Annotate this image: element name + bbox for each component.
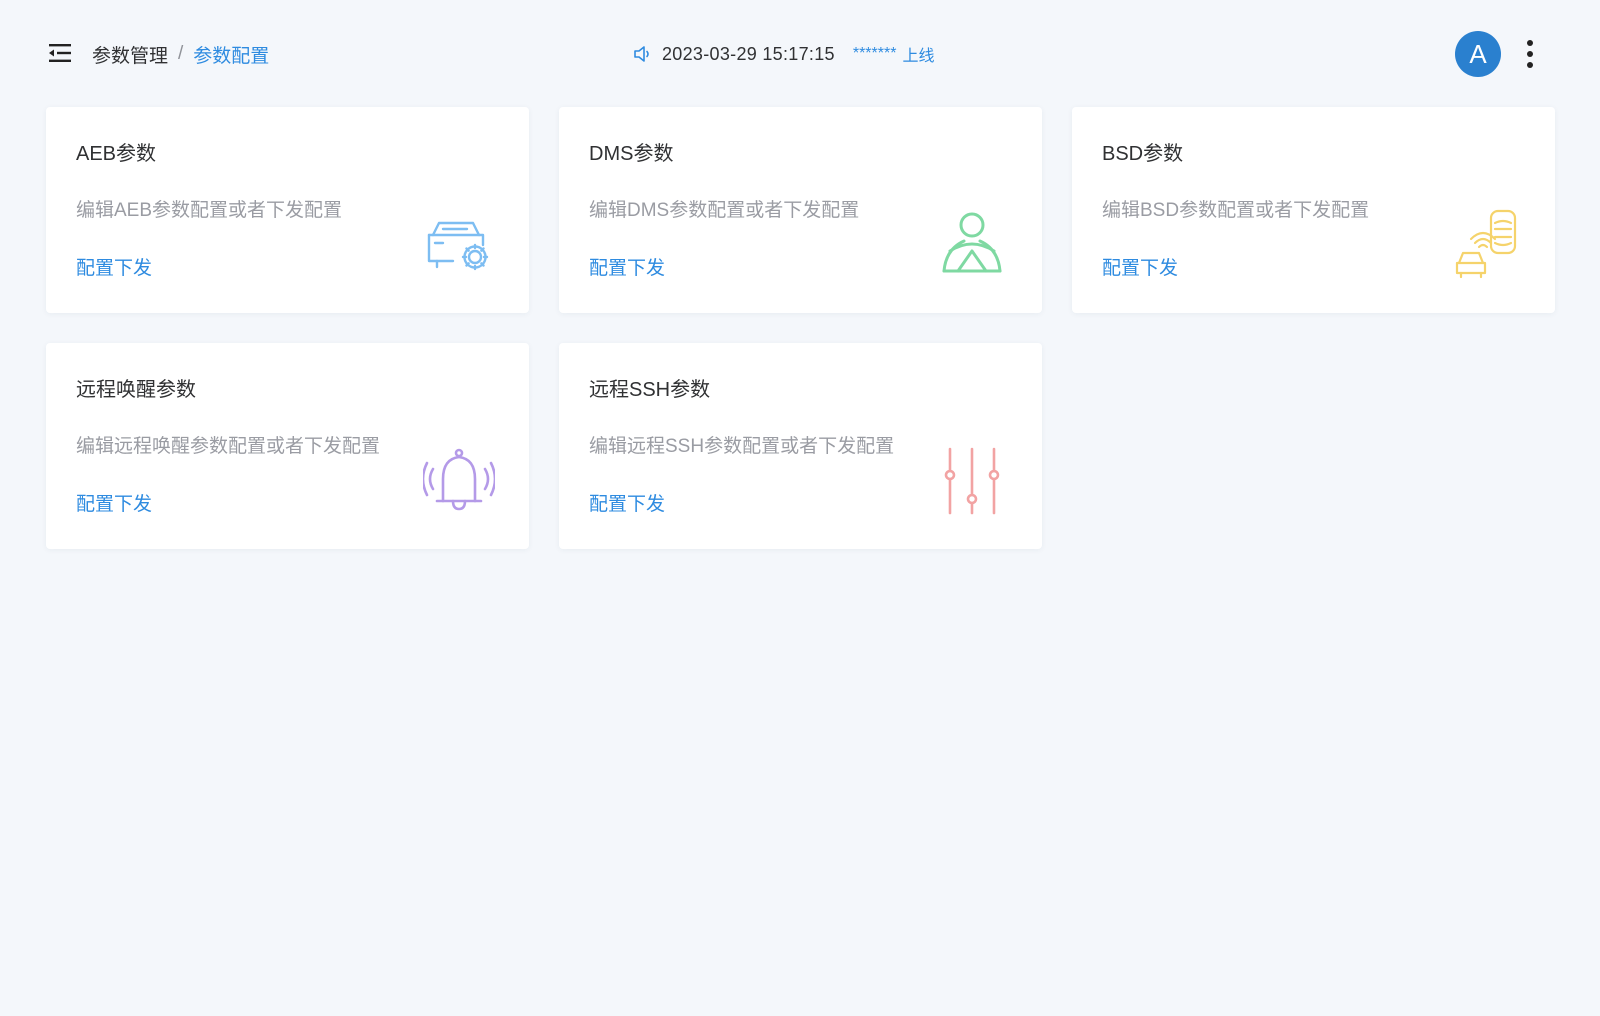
card-remote-wakeup: 远程唤醒参数 编辑远程唤醒参数配置或者下发配置 配置下发 [46,343,529,549]
card-description: 编辑DMS参数配置或者下发配置 [589,200,860,221]
card-aeb: AEB参数 编辑AEB参数配置或者下发配置 配置下发 [46,107,529,313]
breadcrumb-separator: / [178,43,184,64]
card-description: 编辑AEB参数配置或者下发配置 [76,200,343,221]
card-title: 远程SSH参数 [589,379,711,401]
config-deploy-link[interactable]: 配置下发 [589,489,665,516]
car-settings-icon [427,221,489,271]
breadcrumb: 参数管理 / 参数配置 [92,40,269,68]
card-bsd: BSD参数 编辑BSD参数配置或者下发配置 配置下发 [1072,107,1555,313]
menu-fold-icon[interactable] [48,40,74,66]
status-bar: 2023-03-29 15:17:15 ******* 上线 [632,40,934,68]
card-title: 远程唤醒参数 [76,379,196,401]
config-deploy-link[interactable]: 配置下发 [589,253,665,280]
more-vertical-icon[interactable] [1520,34,1540,74]
card-dms: DMS参数 编辑DMS参数配置或者下发配置 配置下发 [559,107,1042,313]
device-id: ******* [852,45,897,62]
breadcrumb-current[interactable]: 参数配置 [193,41,269,68]
card-description: 编辑远程唤醒参数配置或者下发配置 [76,436,381,457]
config-deploy-link[interactable]: 配置下发 [76,489,152,516]
card-title: DMS参数 [589,143,674,165]
card-description: 编辑远程SSH参数配置或者下发配置 [589,436,895,457]
card-title: BSD参数 [1102,143,1184,165]
datetime-text: 2023-03-29 15:17:15 [662,43,835,64]
card-description: 编辑BSD参数配置或者下发配置 [1102,200,1370,221]
card-remote-ssh: 远程SSH参数 编辑远程SSH参数配置或者下发配置 配置下发 [559,343,1042,549]
bell-ring-icon [423,448,495,511]
driver-icon [942,212,1002,273]
speaker-icon [634,46,649,62]
config-deploy-link[interactable]: 配置下发 [76,253,152,280]
breadcrumb-parent[interactable]: 参数管理 [92,41,168,68]
top-header: 参数管理 / 参数配置 2023-03-29 15:17:15 ******* … [0,0,1600,106]
config-deploy-link[interactable]: 配置下发 [1102,253,1178,280]
online-status: 上线 [902,48,935,65]
blind-spot-icon [1455,209,1517,279]
avatar[interactable]: A [1455,31,1501,77]
card-title: AEB参数 [76,143,157,165]
sliders-icon [944,447,1000,515]
